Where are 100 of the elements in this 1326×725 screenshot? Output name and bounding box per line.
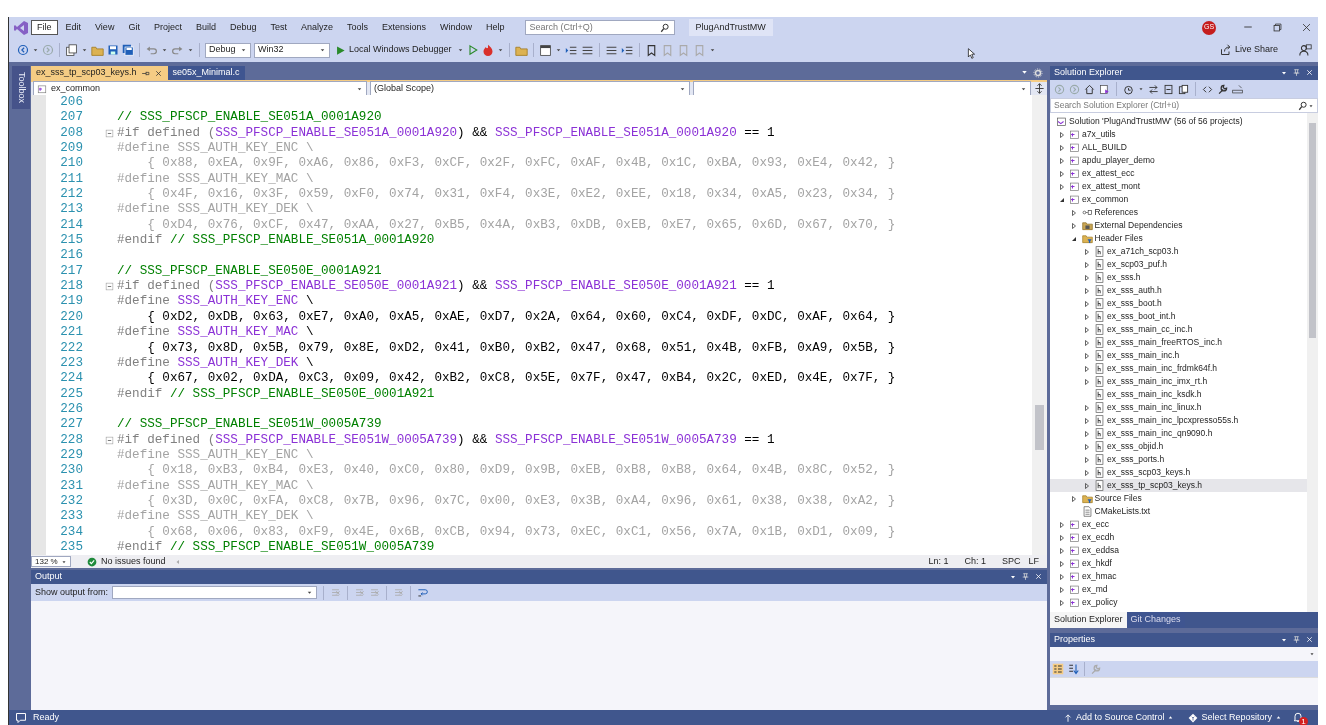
tree-item[interactable]: a7x_utils [1050,128,1307,141]
split-icon[interactable] [1034,83,1045,94]
tree-item[interactable]: ex_ecdh [1050,531,1307,544]
menu-item[interactable]: Debug [223,20,263,35]
menu-item[interactable]: Extensions [376,20,433,35]
zoom-dropdown[interactable]: 132 % [31,556,71,567]
tree-item[interactable]: ex_sss_main_inc_ksdk.h [1050,388,1307,401]
copies-icon[interactable] [1178,83,1189,95]
tree-item[interactable]: Header Files [1050,232,1307,245]
issues-status[interactable]: No issues found [101,554,166,569]
flame-icon[interactable] [481,44,494,56]
clock-icon[interactable] [1123,83,1134,95]
collapsed-arrow-icon[interactable] [1057,182,1066,191]
close-icon[interactable] [1301,22,1312,33]
menu-item[interactable]: Test [264,20,293,35]
tree-item[interactable]: ex_sss_main_inc_linux.h [1050,401,1307,414]
tree-item[interactable]: ex_sss_boot.h [1050,297,1307,310]
comment-icon[interactable] [15,711,27,724]
collapsed-arrow-icon[interactable] [1057,559,1066,568]
document-tab[interactable]: ex_sss_tp_scp03_keys.h [31,66,168,80]
collapsed-arrow-icon[interactable] [1057,156,1066,165]
collapsed-arrow-icon[interactable] [1082,286,1091,295]
collapsed-arrow-icon[interactable] [1070,208,1078,217]
word-wrap-icon[interactable] [417,587,429,598]
collapsed-arrow-icon[interactable] [1057,572,1066,581]
select-repository-button[interactable]: Select Repository [1184,710,1286,725]
tree-item[interactable]: ex_sss_main_inc_frdmk64f.h [1050,362,1307,375]
collapse-icon[interactable] [105,282,114,292]
bell-icon[interactable] [1292,711,1304,724]
search-field[interactable]: Search (Ctrl+Q) [524,20,675,35]
pin-icon[interactable] [1292,635,1301,644]
tree-item[interactable]: ex_eddsa [1050,544,1307,557]
tree-item[interactable]: External Dependencies [1050,219,1307,232]
logo-icon[interactable] [13,19,29,36]
tree-item[interactable]: ex_sss_auth.h [1050,284,1307,297]
home-icon[interactable] [1084,83,1095,95]
restore-icon[interactable] [1272,21,1283,33]
collapsed-arrow-icon[interactable] [1057,585,1066,594]
sync-icon[interactable] [1148,83,1159,95]
solution-file-icon[interactable] [1099,83,1110,95]
sort-alphabetical-icon[interactable] [1067,663,1079,675]
tree-item[interactable]: ex_sss_main_inc.h [1050,349,1307,362]
collapsed-arrow-icon[interactable] [1082,325,1091,334]
tree-item[interactable]: ex_policy [1050,596,1307,609]
collapsed-arrow-icon[interactable] [1082,273,1091,282]
tree-item[interactable]: ex_hmac [1050,570,1307,583]
collapsed-arrow-icon[interactable] [1057,546,1066,555]
tree-item[interactable]: ex_sss_main_inc_lpcxpresso55s.h [1050,414,1307,427]
live-share-button[interactable]: Live Share [1217,43,1280,57]
collapse-icon[interactable] [105,128,114,138]
collapsed-arrow-icon[interactable] [1057,520,1066,529]
play-outline-icon[interactable] [466,44,479,56]
tree-item[interactable]: Solution 'PlugAndTrustMW' (56 of 56 projects) [1050,115,1307,128]
categorized-icon[interactable] [1052,663,1064,675]
collapse-icon[interactable] [105,435,114,445]
collapsed-arrow-icon[interactable] [1057,130,1066,139]
tree-item[interactable]: ex_sss_ports.h [1050,453,1307,466]
collapsed-arrow-icon[interactable] [1082,338,1091,347]
tree-item[interactable]: ALL_BUILD [1050,141,1307,154]
search-field[interactable]: Search Solution Explorer (Ctrl+ü) [1050,98,1318,113]
save-all-icon[interactable] [122,44,134,56]
document-tab[interactable]: se05x_Minimal.c [167,66,245,80]
collapsed-arrow-icon[interactable] [1082,429,1091,438]
tree-item[interactable]: ex_sss_boot_int.h [1050,310,1307,323]
collapsed-arrow-icon[interactable] [1082,351,1091,360]
tree-item[interactable]: ex_md [1050,583,1307,596]
tree-item[interactable]: ex_sss_main_cc_inc.h [1050,323,1307,336]
menu-item[interactable]: File [31,20,58,35]
start-debugging-button[interactable]: Local Windows Debugger [333,43,454,57]
collapsed-arrow-icon[interactable] [1082,442,1091,451]
menu-item[interactable]: Project [147,20,188,35]
tree-item[interactable]: ex_hkdf [1050,557,1307,570]
menu-item[interactable]: Tools [341,20,375,35]
collapsed-arrow-icon[interactable] [1057,169,1066,178]
close-icon[interactable] [153,68,163,78]
toolbox-tab[interactable]: Toolbox [12,66,30,110]
menu-item[interactable]: View [89,20,121,35]
tree-item[interactable]: ex_sss_main_freeRTOS_inc.h [1050,336,1307,349]
wrench-icon[interactable] [1217,83,1228,95]
platform-dropdown[interactable]: Win32 [254,42,330,58]
collapsed-arrow-icon[interactable] [1082,481,1091,490]
scrollbar[interactable] [1032,95,1047,555]
collapsed-arrow-icon[interactable] [1082,247,1091,256]
preview-icon[interactable] [1232,83,1243,95]
tree-item[interactable]: ex_a71ch_scp03.h [1050,245,1307,258]
collapsed-arrow-icon[interactable] [1070,494,1078,503]
panel-tab[interactable]: Solution Explorer [1050,612,1127,628]
settings-icon[interactable] [1033,67,1043,78]
tree-item[interactable]: apdu_player_demo [1050,154,1307,167]
collapsed-arrow-icon[interactable] [1057,533,1066,542]
feedback-icon[interactable] [1299,43,1312,57]
collapsed-arrow-icon[interactable] [1070,221,1078,230]
collapsed-arrow-icon[interactable] [1082,377,1091,386]
collapsed-arrow-icon[interactable] [1082,260,1091,269]
collapsed-arrow-icon[interactable] [1082,312,1091,321]
tree-item[interactable]: ex_sss.h [1050,271,1307,284]
tree-item[interactable]: ex_common [1050,193,1307,206]
pin-icon[interactable] [1021,572,1030,581]
tree-item[interactable]: References [1050,206,1307,219]
tree-item[interactable]: ex_scp03_puf.h [1050,258,1307,271]
